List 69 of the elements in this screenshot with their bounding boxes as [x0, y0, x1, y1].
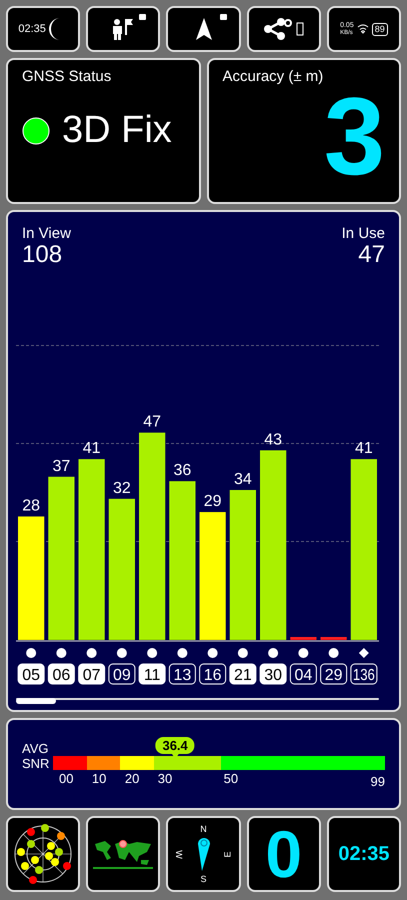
satellite-id: 09	[108, 664, 136, 684]
x-tick-label: 06	[52, 667, 70, 684]
navigation-arrow-icon[interactable]	[194, 17, 212, 41]
scale-tick-label: 00	[59, 771, 74, 786]
x-tick-label: 30	[264, 667, 282, 684]
bar-value: 28	[22, 497, 40, 514]
satellite-id: 16	[199, 664, 226, 684]
x-tick-label: 29	[324, 667, 343, 684]
bar-value: 47	[143, 414, 162, 431]
accuracy-value: 3	[324, 85, 385, 190]
x-tick-label: 11	[144, 667, 161, 684]
lock-icon	[220, 14, 227, 20]
south-label: S	[200, 874, 206, 884]
x-tick-label: 09	[112, 667, 131, 684]
satellite-id: 07	[78, 664, 106, 684]
satellite-id: 136	[350, 664, 379, 684]
x-tick-label: 04	[294, 667, 312, 684]
east-label: E	[224, 851, 233, 857]
card-title: Accuracy (± m)	[222, 68, 324, 85]
scale-tick-label: 50	[224, 771, 238, 786]
x-tick-label: 21	[234, 667, 252, 684]
fix-status: 3D Fix	[62, 109, 172, 152]
card-title: GNSS Status	[22, 68, 112, 85]
toolbar-button[interactable]: 02:35	[6, 6, 80, 52]
bar-value: 29	[204, 493, 222, 510]
toolbar-button[interactable]	[246, 6, 321, 52]
scale-tick-label: 99	[370, 775, 385, 788]
battery-level: 89	[372, 22, 388, 36]
scale-tick-label: 10	[92, 771, 106, 786]
world-map-drawing[interactable]	[93, 838, 154, 870]
x-tick-label: 13	[173, 667, 192, 684]
satellite-id: 06	[48, 664, 75, 684]
satellite-id: 05	[18, 664, 45, 684]
bar-value: 41	[354, 440, 373, 458]
in-view-count: 108	[22, 243, 64, 267]
x-tick-label: 16	[204, 667, 222, 684]
in-view-label: In View	[22, 226, 71, 241]
bar-value: 32	[112, 480, 131, 497]
bar-value: 41	[82, 440, 101, 458]
x-tick-label: 07	[82, 667, 101, 684]
north-label: N	[200, 824, 207, 834]
bar-value: 43	[264, 431, 282, 448]
west-label: W	[174, 850, 183, 858]
in-use-count: 47	[358, 243, 385, 267]
snr-label: SNR	[22, 757, 50, 770]
x-tick-label: 05	[22, 667, 40, 684]
person-flag-icon[interactable]	[112, 17, 134, 41]
satellite-id: 29	[320, 664, 348, 684]
satellite-id: 04	[290, 664, 317, 684]
bar-value: 36	[173, 462, 192, 480]
in-use-label: In Use	[342, 226, 385, 241]
signal-bar	[290, 637, 316, 640]
satellite-id: 11	[138, 664, 166, 684]
bar-value: 34	[234, 471, 252, 488]
x-tick-label: 136	[352, 667, 380, 684]
wifi-icon	[356, 24, 369, 34]
toolbar-button[interactable]	[86, 6, 160, 52]
scale-tick-label: 30	[158, 771, 172, 786]
satellite-id: 13	[168, 664, 196, 684]
satellite-id: 21	[229, 664, 256, 684]
toolbar-button[interactable]	[166, 6, 241, 52]
satellite-id: 30	[260, 664, 287, 684]
avg-label: AVG	[22, 742, 50, 755]
status-time: 02:35	[18, 24, 46, 34]
share-icon[interactable]	[263, 18, 294, 40]
signal-bar	[320, 637, 347, 640]
scale-tick-label: 20	[124, 771, 140, 786]
bar-value: 37	[52, 458, 70, 475]
lock-icon	[139, 14, 146, 20]
